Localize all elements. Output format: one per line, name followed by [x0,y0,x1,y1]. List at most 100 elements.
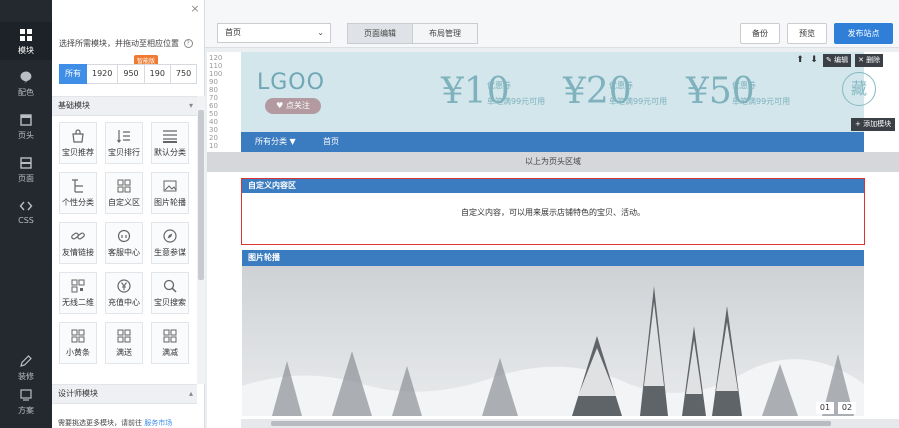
search-icon [163,279,177,293]
design-canvas: 120 110 100 90 80 70 60 50 40 30 20 10 L… [207,52,899,428]
filter-190[interactable]: 190 [144,64,171,84]
tile-label: 满减 [162,348,178,357]
tile-spend-gift[interactable]: 满送 [105,322,143,364]
filter-1920[interactable]: 1920 [87,64,119,84]
tile-label: 宝贝推荐 [62,148,94,157]
filter-750[interactable]: 750 [170,64,198,84]
coupon-20[interactable]: ¥20 优惠券 单笔满99元可用 [563,72,673,116]
coupon-50[interactable]: ¥50 优惠券 单笔满99元可用 [686,72,796,116]
tile-service-center[interactable]: 客服中心 [105,222,143,264]
tile-label: 充值中心 [108,298,140,307]
tile-business-advisor[interactable]: 生意参谋 [151,222,189,264]
coupon-10[interactable]: ¥10 优惠券 单笔满99元可用 [441,72,551,116]
rail-label-css: CSS [18,216,34,225]
ruler-mark: 20 [209,134,218,142]
image-icon [163,180,177,192]
chevron-down-icon: ▾ [188,101,193,110]
coupon-label: 优惠券 [487,81,511,90]
tile-yellow-bar[interactable]: 小黄条 [59,322,97,364]
tile-spend-discount[interactable]: 满减 [151,322,189,364]
carousel-page-2[interactable]: 02 [838,402,856,414]
rail-item-decorate[interactable]: 装修 [0,348,52,386]
arrow-down-icon[interactable]: ⬇ [809,54,819,67]
panel-hint: 选择所需模块，并拖动至相应位置 ? [59,38,193,49]
tile-recharge-center[interactable]: 充值中心 [105,272,143,314]
ruler-mark: 60 [209,102,218,110]
canvas-horizontal-scrollbar[interactable] [241,419,899,428]
tile-item-recommend[interactable]: 宝贝推荐 [59,122,97,164]
bag-icon [72,129,84,143]
help-icon[interactable]: ? [183,39,193,48]
coupon-condition: 单笔满99元可用 [609,97,668,106]
rank-icon [117,130,130,143]
follow-button[interactable]: ♥ 点关注 [265,98,321,114]
panel-scroll-thumb[interactable] [198,110,204,280]
page-select[interactable]: 首页 ⌄ [217,23,331,43]
header-icon [20,114,32,126]
coupon-symbol: ¥ [441,71,464,112]
arrow-up-icon[interactable]: ⬆ [795,54,805,67]
nav-home[interactable]: 首页 [323,132,339,152]
tile-image-carousel[interactable]: 图片轮播 [151,172,189,214]
publish-button[interactable]: 发布站点 [834,23,893,44]
ruler-mark: 80 [209,86,218,94]
module-panel: × 选择所需模块，并拖动至相应位置 ? 智能版 所有 1920 950 190 … [52,0,205,428]
carousel-page-1[interactable]: 01 [816,402,834,414]
rail-item-modules[interactable]: 模块 [0,22,52,60]
rail-item-page[interactable]: 页面 [0,150,52,188]
rail-item-colors[interactable]: 配色 [0,64,52,102]
tile-label: 自定义区 [108,198,140,207]
coupon-condition: 单笔满99元可用 [732,97,791,106]
qrcode-icon [71,279,85,293]
palette-icon [20,71,32,84]
rail-item-plan[interactable]: 方案 [0,382,52,420]
add-module-button[interactable]: + 添加模块 [851,118,896,131]
tile-label: 小黄条 [66,348,90,357]
headset-icon [117,229,131,243]
tile-default-category[interactable]: 默认分类 [151,122,189,164]
section-basic-modules[interactable]: 基础模块 ▾ [52,96,197,116]
page-icon [20,157,32,169]
tab-page-edit[interactable]: 页面编辑 [347,23,413,44]
custom-content-module[interactable]: 自定义内容区 自定义内容，可以用来展示店铺特色的宝贝、活动。 [241,178,865,245]
tile-item-search[interactable]: 宝贝搜索 [151,272,189,314]
shop-banner[interactable]: LGOO ♥ 点关注 ¥10 优惠券 单笔满99元可用 ¥20 优惠券 单笔满9… [241,52,896,132]
tile-friend-links[interactable]: 友情链接 [59,222,97,264]
edit-module-button[interactable]: ✎ 编辑 [823,54,852,67]
image-carousel-module[interactable]: 图片轮播 01 02 [242,250,864,428]
chevron-up-icon: ▴ [188,389,193,398]
code-icon [19,201,33,211]
ruler-mark: 70 [209,94,218,102]
filter-all[interactable]: 所有 [59,64,87,84]
designer-hint-text: 需要挑选更多模块，请前往 [58,419,142,427]
section-basic-label: 基础模块 [58,101,90,110]
tab-layout-manage[interactable]: 布局管理 [412,23,478,44]
section-designer-modules[interactable]: 设计师模块 ▴ [52,384,197,404]
shop-logo: LGOO [257,70,325,95]
service-market-link[interactable]: 服务市场 [144,419,172,427]
coupon-symbol: ¥ [563,71,586,112]
tile-label: 满送 [116,348,132,357]
ruler-mark: 40 [209,118,218,126]
rail-item-header[interactable]: 页头 [0,107,52,145]
coupon-condition: 单笔满99元可用 [487,97,546,106]
canvas-scroll-thumb[interactable] [271,421,831,426]
tile-qrcode[interactable]: 无线二维 [59,272,97,314]
nav-all-categories[interactable]: 所有分类 ▼ [255,132,296,152]
tile-label: 个性分类 [62,198,94,207]
close-icon[interactable]: × [190,3,200,14]
tile-custom-area[interactable]: 自定义区 [105,172,143,214]
rail-label-modules: 模块 [18,46,34,55]
backup-button[interactable]: 备份 [740,23,780,44]
delete-module-button[interactable]: ✕ 删除 [855,54,884,67]
tile-item-ranking[interactable]: 宝贝排行 [105,122,143,164]
tile-custom-category[interactable]: 个性分类 [59,172,97,214]
collect-button[interactable]: 藏 [842,72,876,106]
rail-item-css[interactable]: CSS [0,193,52,231]
panel-scrollbar[interactable] [197,96,205,384]
filter-950[interactable]: 950 [118,64,145,84]
tile-label: 友情链接 [62,248,94,257]
tile-label: 图片轮播 [154,198,186,207]
ruler-mark: 10 [209,142,218,150]
preview-button[interactable]: 预览 [787,23,827,44]
